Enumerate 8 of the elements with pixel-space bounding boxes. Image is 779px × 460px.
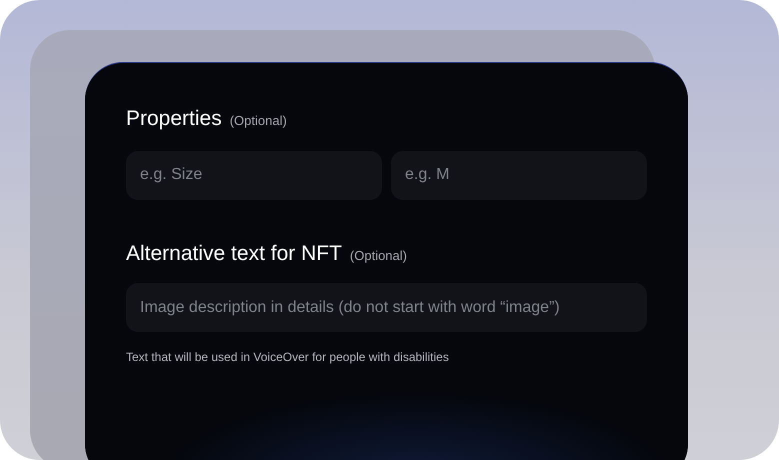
section-title: Alternative text for NFT bbox=[126, 240, 342, 266]
optional-label: (Optional) bbox=[230, 112, 287, 130]
section-title: Properties bbox=[126, 106, 222, 132]
input-field[interactable]: e.g. Size bbox=[126, 150, 382, 200]
helper-text: Text that will be used in VoiceOver for people with disabilities bbox=[126, 349, 450, 366]
input-field[interactable]: e.g. M bbox=[391, 150, 647, 200]
optional-label: (Optional) bbox=[350, 246, 407, 265]
input-field[interactable]: Image description in details (do not start with word “image”) bbox=[126, 283, 647, 332]
